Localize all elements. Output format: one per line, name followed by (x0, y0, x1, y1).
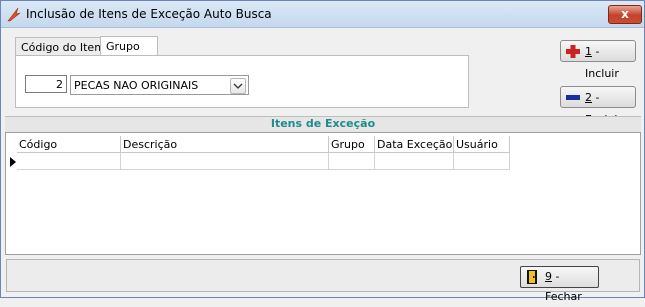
column-header-descricao[interactable]: Descrição (121, 136, 329, 153)
incluir-label: 1 - Incluir (585, 45, 619, 80)
group-select[interactable]: PECAS NAO ORIGINAIS (70, 75, 249, 95)
table-row-cell[interactable] (121, 153, 329, 170)
excluir-button[interactable]: 2 - Excluir (560, 86, 636, 126)
close-icon: x (621, 7, 629, 21)
exit-door-icon (527, 270, 537, 284)
tab-label: Grupo (106, 40, 140, 53)
tab-codigo-do-item[interactable]: Código do Item (15, 37, 111, 57)
section-title: Itens de Exceção (5, 116, 641, 132)
table-row-cell[interactable] (17, 153, 121, 170)
lightning-app-icon (7, 7, 21, 22)
grupo-tab-panel: 2 PECAS NAO ORIGINAIS (15, 55, 469, 108)
tab-grupo[interactable]: Grupo (100, 36, 158, 57)
table-row-cell[interactable] (375, 153, 454, 170)
minus-icon (566, 95, 580, 100)
group-select-value: PECAS NAO ORIGINAIS (74, 79, 199, 92)
tab-label: Código do Item (21, 41, 105, 54)
fechar-button[interactable]: 9 - Fechar (520, 266, 599, 303)
close-button[interactable]: x (608, 5, 642, 24)
fechar-label: 9 - Fechar (545, 270, 582, 303)
incluir-button[interactable]: 1 - Incluir (560, 40, 636, 80)
plus-icon (566, 45, 580, 58)
table-row-cell[interactable] (454, 153, 510, 170)
column-header-data-excecao[interactable]: Data Exceção (375, 136, 454, 153)
table-row-cell[interactable] (329, 153, 375, 170)
title-bar[interactable]: Inclusão de Itens de Exceção Auto Busca … (1, 1, 644, 28)
current-row-indicator-icon (10, 157, 16, 167)
group-code-input[interactable]: 2 (25, 75, 67, 93)
column-header-codigo[interactable]: Código (17, 136, 121, 153)
chevron-down-icon[interactable] (230, 78, 246, 94)
column-header-grupo[interactable]: Grupo (329, 136, 375, 153)
footer-panel: 9 - Fechar (6, 259, 640, 303)
window-title: Inclusão de Itens de Exceção Auto Busca (26, 7, 272, 21)
column-header-usuario[interactable]: Usuário (454, 136, 510, 153)
exception-items-grid[interactable]: Código Descrição Grupo Data Exceção Usuá… (5, 132, 641, 255)
dialog-window: Inclusão de Itens de Exceção Auto Busca … (0, 0, 645, 303)
